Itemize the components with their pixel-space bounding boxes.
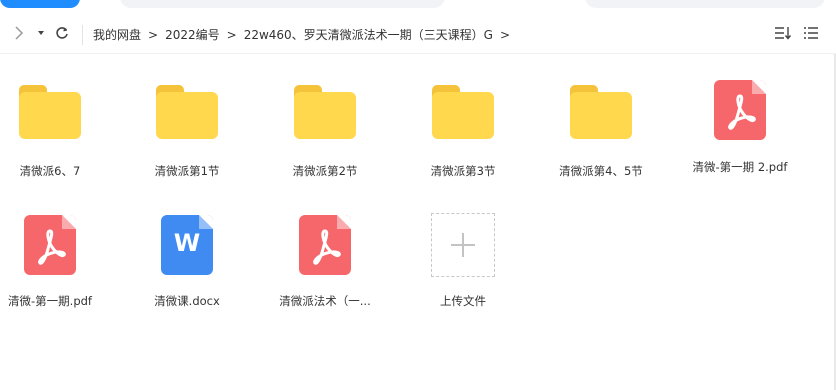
file-name: 清微派第4、5节 — [559, 164, 643, 178]
breadcrumb: 我的网盘 >2022编号 >22w460、罗天清微派法术一期（三天课程）G > — [93, 26, 517, 44]
chevron-right-icon[interactable] — [12, 26, 26, 44]
file-name: 清微-第一期.pdf — [8, 294, 92, 308]
file-item[interactable]: W 清微课.docx — [127, 205, 247, 323]
pdf-file-icon — [299, 215, 351, 275]
word-file-icon: W — [161, 215, 213, 275]
file-item[interactable]: 清微派第1节 — [127, 75, 247, 193]
search-pill[interactable] — [585, 0, 825, 8]
file-item[interactable]: 清微派第4、5节 — [541, 75, 661, 193]
file-item[interactable]: 清微派法术（一... — [265, 205, 385, 323]
file-item[interactable]: 清微-第一期.pdf — [0, 205, 110, 323]
pdf-file-icon — [714, 80, 766, 140]
file-name: 清微派法术（一... — [279, 294, 371, 308]
file-item[interactable]: 清微派第2节 — [265, 75, 385, 193]
navigation-bar: 我的网盘 >2022编号 >22w460、罗天清微派法术一期（三天课程）G > — [0, 17, 836, 54]
breadcrumb-separator: > — [226, 28, 237, 42]
file-name: 清微派第2节 — [292, 164, 358, 178]
upload-label: 上传文件 — [440, 294, 486, 308]
folder-icon — [19, 85, 81, 139]
pdf-file-icon — [24, 215, 76, 275]
tab-pill[interactable] — [120, 0, 445, 8]
word-glyph: W — [173, 229, 201, 257]
file-name: 清微课.docx — [154, 294, 220, 308]
folder-icon — [156, 85, 218, 139]
file-name: 清微派第1节 — [154, 164, 220, 178]
file-item[interactable]: 清微-第一期 2.pdf — [680, 70, 800, 188]
breadcrumb-item-2022[interactable]: 2022编号 — [165, 28, 220, 42]
refresh-icon[interactable] — [54, 26, 70, 44]
active-tab-indicator[interactable] — [0, 0, 80, 8]
file-name: 清微派6、7 — [19, 164, 81, 178]
upload-plus-icon[interactable] — [431, 213, 495, 277]
file-name: 清微派第3节 — [430, 164, 496, 178]
folder-icon — [432, 85, 494, 139]
folder-icon — [570, 85, 632, 139]
folder-icon — [294, 85, 356, 139]
file-item[interactable]: 清微派6、7 — [0, 75, 110, 193]
file-item[interactable]: 清微派第3节 — [403, 75, 523, 193]
upload-tile[interactable]: 上传文件 — [403, 205, 523, 323]
caret-down-icon[interactable] — [35, 26, 47, 44]
file-name: 清微-第一期 2.pdf — [692, 160, 788, 174]
breadcrumb-item-current[interactable]: 22w460、罗天清微派法术一期（三天课程）G — [244, 28, 493, 42]
top-strip — [0, 0, 836, 14]
list-view-icon[interactable] — [802, 26, 820, 44]
breadcrumb-separator: > — [148, 28, 159, 42]
breadcrumb-item-root[interactable]: 我的网盘 — [93, 28, 141, 42]
divider — [82, 25, 83, 45]
breadcrumb-separator: > — [499, 28, 511, 42]
sort-icon[interactable] — [774, 26, 792, 44]
